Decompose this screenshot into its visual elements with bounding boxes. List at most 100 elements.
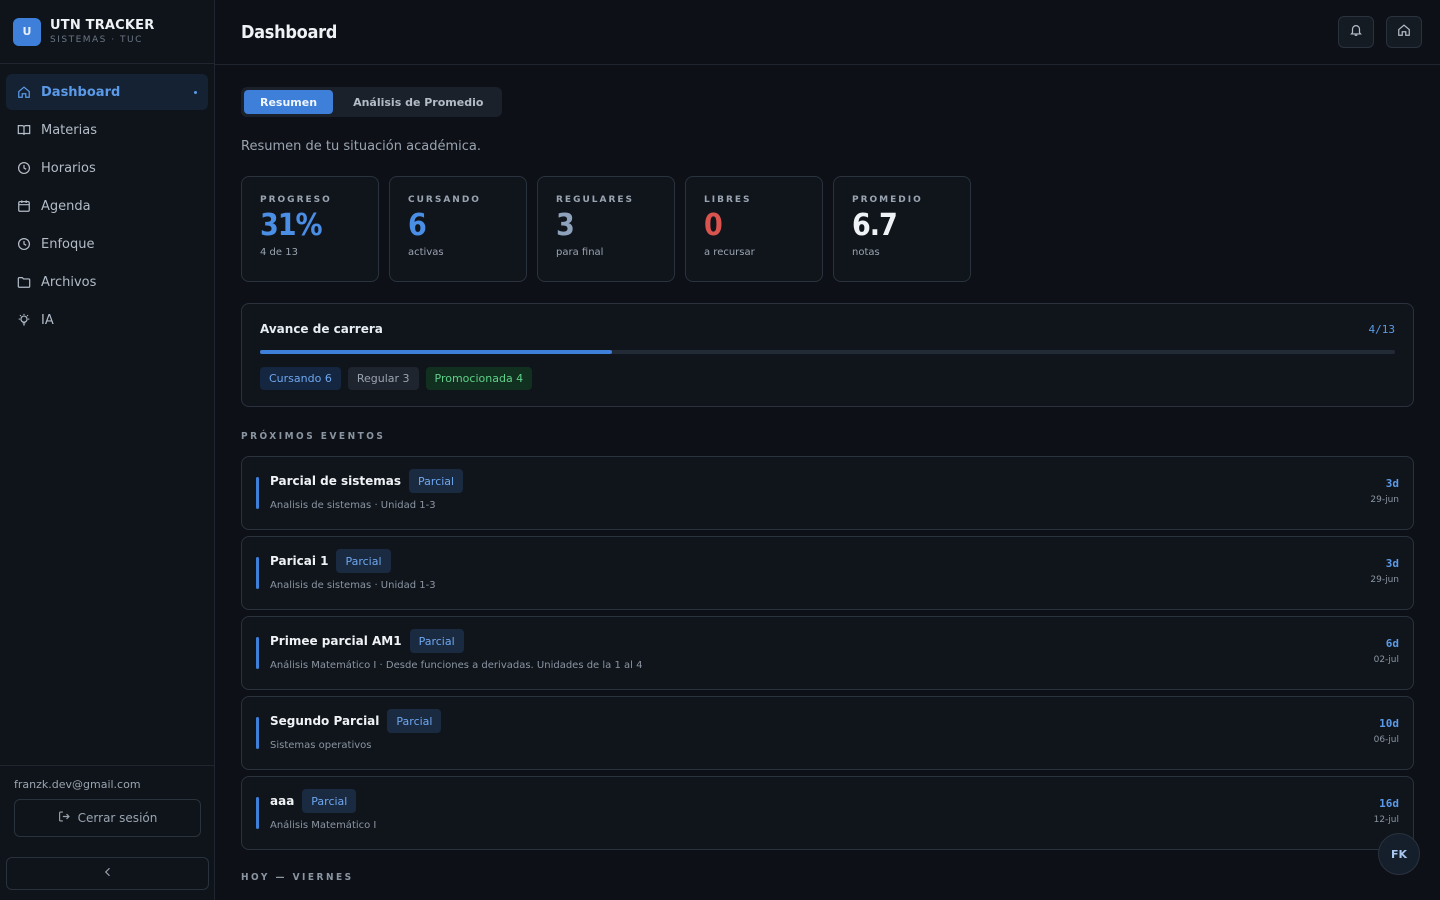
- event-date: 29-jun: [1370, 575, 1399, 585]
- brand-subtitle: SISTEMAS · TUC: [50, 35, 143, 45]
- event-card[interactable]: aaa Parcial Análisis Matemático I 16d 12…: [241, 776, 1414, 850]
- event-days-left: 16d: [1379, 797, 1399, 810]
- career-progress-title: Avance de carrera: [260, 322, 383, 336]
- upcoming-events-heading: PRÓXIMOS EVENTOS: [241, 431, 386, 442]
- event-description: Sistemas operativos: [270, 740, 372, 751]
- event-days-left: 3d: [1385, 477, 1399, 490]
- user-avatar-button[interactable]: FK: [1378, 833, 1420, 875]
- chip-cursando: Cursando 6: [260, 367, 341, 390]
- stat-value: 6: [408, 208, 427, 243]
- career-progress-bar: [260, 350, 1395, 354]
- today-heading: HOY — VIERNES: [241, 872, 354, 883]
- event-accent-bar: [256, 637, 259, 669]
- stat-label: LIBRES: [704, 195, 752, 205]
- folder-icon: [17, 275, 31, 289]
- event-accent-bar: [256, 477, 259, 509]
- event-accent-bar: [256, 717, 259, 749]
- stats-row: PROGRESO 31% 4 de 13 CURSANDO 6 activas …: [241, 176, 1414, 282]
- event-days-left: 10d: [1379, 717, 1399, 730]
- event-type-badge: Parcial: [409, 629, 464, 653]
- career-progress-count: 4/13: [1368, 322, 1396, 336]
- active-indicator: [194, 90, 197, 94]
- event-date: 06-jul: [1373, 735, 1399, 745]
- stat-card-libres: LIBRES 0 a recursar: [685, 176, 823, 282]
- career-progress-card: Avance de carrera 4/13 Cursando 6 Regula…: [241, 303, 1414, 407]
- event-card[interactable]: Parcial de sistemas Parcial Analisis de …: [241, 456, 1414, 530]
- tab-resumen[interactable]: Resumen: [244, 90, 334, 114]
- intro-text: Resumen de tu situación académica.: [241, 139, 481, 154]
- calendar-icon: [17, 199, 31, 213]
- page-title: Dashboard: [241, 21, 338, 43]
- brand: U UTN TRACKER SISTEMAS · TUC: [0, 0, 214, 64]
- stat-value: 6.7: [852, 208, 898, 243]
- sidebar-item-label: Enfoque: [41, 236, 95, 252]
- main-area: Dashboard Resumen Análisis de Promedio R…: [215, 0, 1440, 900]
- sidebar-item-dashboard[interactable]: Dashboard: [6, 74, 208, 110]
- notifications-button[interactable]: [1338, 16, 1374, 48]
- stat-label: REGULARES: [556, 195, 635, 205]
- career-progress-fill: [260, 350, 612, 354]
- sidebar-footer: franzk.dev@gmail.com Cerrar sesión: [0, 765, 214, 837]
- stat-card-progreso: PROGRESO 31% 4 de 13: [241, 176, 379, 282]
- sidebar-item-label: IA: [41, 312, 54, 328]
- stat-value: 31%: [260, 208, 323, 243]
- stat-value: 3: [556, 208, 575, 243]
- tab-analisis-promedio[interactable]: Análisis de Promedio: [337, 90, 499, 114]
- stat-sub: a recursar: [704, 247, 755, 258]
- chip-regular: Regular 3: [347, 367, 419, 390]
- logout-icon: [58, 810, 71, 826]
- event-days-left: 3d: [1385, 557, 1399, 570]
- view-tabs: Resumen Análisis de Promedio: [241, 87, 503, 117]
- stat-sub: 4 de 13: [260, 247, 298, 258]
- home-icon: [1397, 23, 1411, 41]
- event-description: Analisis de sistemas · Unidad 1-3: [270, 580, 436, 591]
- event-accent-bar: [256, 557, 259, 589]
- logout-label: Cerrar sesión: [77, 811, 158, 825]
- topbar: Dashboard: [215, 0, 1440, 65]
- stat-card-promedio: PROMEDIO 6.7 notas: [833, 176, 971, 282]
- sidebar-item-label: Archivos: [41, 274, 97, 290]
- event-title: Parcial de sistemas: [270, 474, 402, 488]
- chip-promocionada: Promocionada 4: [425, 367, 533, 390]
- sidebar-item-enfoque[interactable]: Enfoque: [6, 226, 208, 262]
- stat-sub: para final: [556, 247, 604, 258]
- event-title: Segundo Parcial: [270, 714, 380, 728]
- event-card[interactable]: Paricai 1 Parcial Analisis de sistemas ·…: [241, 536, 1414, 610]
- home-icon: [17, 85, 31, 99]
- chevron-left-icon: [102, 866, 114, 882]
- stat-sub: activas: [408, 247, 444, 258]
- event-type-badge: Parcial: [409, 469, 464, 493]
- event-type-badge: Parcial: [336, 549, 391, 573]
- clock-icon: [17, 237, 31, 251]
- sidebar-item-label: Horarios: [41, 160, 96, 176]
- brand-title: UTN TRACKER: [50, 18, 155, 33]
- sidebar-nav: Dashboard Materias Horarios Agenda Enfoq…: [0, 64, 214, 765]
- event-description: Analisis de sistemas · Unidad 1-3: [270, 500, 436, 511]
- home-button[interactable]: [1386, 16, 1422, 48]
- sidebar-item-archivos[interactable]: Archivos: [6, 264, 208, 300]
- sidebar-item-materias[interactable]: Materias: [6, 112, 208, 148]
- top-actions: [1338, 16, 1422, 48]
- event-title: Primee parcial AM1: [270, 634, 402, 648]
- event-card[interactable]: Primee parcial AM1 Parcial Análisis Mate…: [241, 616, 1414, 690]
- event-description: Análisis Matemático I: [270, 820, 377, 831]
- sidebar-item-ia[interactable]: IA: [6, 302, 208, 338]
- brand-logo: U: [13, 17, 41, 46]
- event-date: 02-jul: [1373, 655, 1399, 665]
- event-days-left: 6d: [1385, 637, 1399, 650]
- event-card[interactable]: Segundo Parcial Parcial Sistemas operati…: [241, 696, 1414, 770]
- sidebar-item-agenda[interactable]: Agenda: [6, 188, 208, 224]
- event-date: 29-jun: [1370, 495, 1399, 505]
- event-description: Análisis Matemático I · Desde funciones …: [270, 660, 643, 671]
- stat-label: PROMEDIO: [852, 195, 923, 205]
- event-type-badge: Parcial: [302, 789, 357, 813]
- lightbulb-icon: [17, 313, 31, 327]
- sidebar-item-label: Agenda: [41, 198, 91, 214]
- logout-button[interactable]: Cerrar sesión: [14, 799, 201, 837]
- sidebar-item-label: Dashboard: [41, 84, 121, 100]
- sidebar-item-horarios[interactable]: Horarios: [6, 150, 208, 186]
- status-chips: Cursando 6 Regular 3 Promocionada 4: [260, 367, 1395, 390]
- sidebar-item-label: Materias: [41, 122, 97, 138]
- stat-label: CURSANDO: [408, 195, 481, 205]
- collapse-sidebar-button[interactable]: [6, 857, 209, 890]
